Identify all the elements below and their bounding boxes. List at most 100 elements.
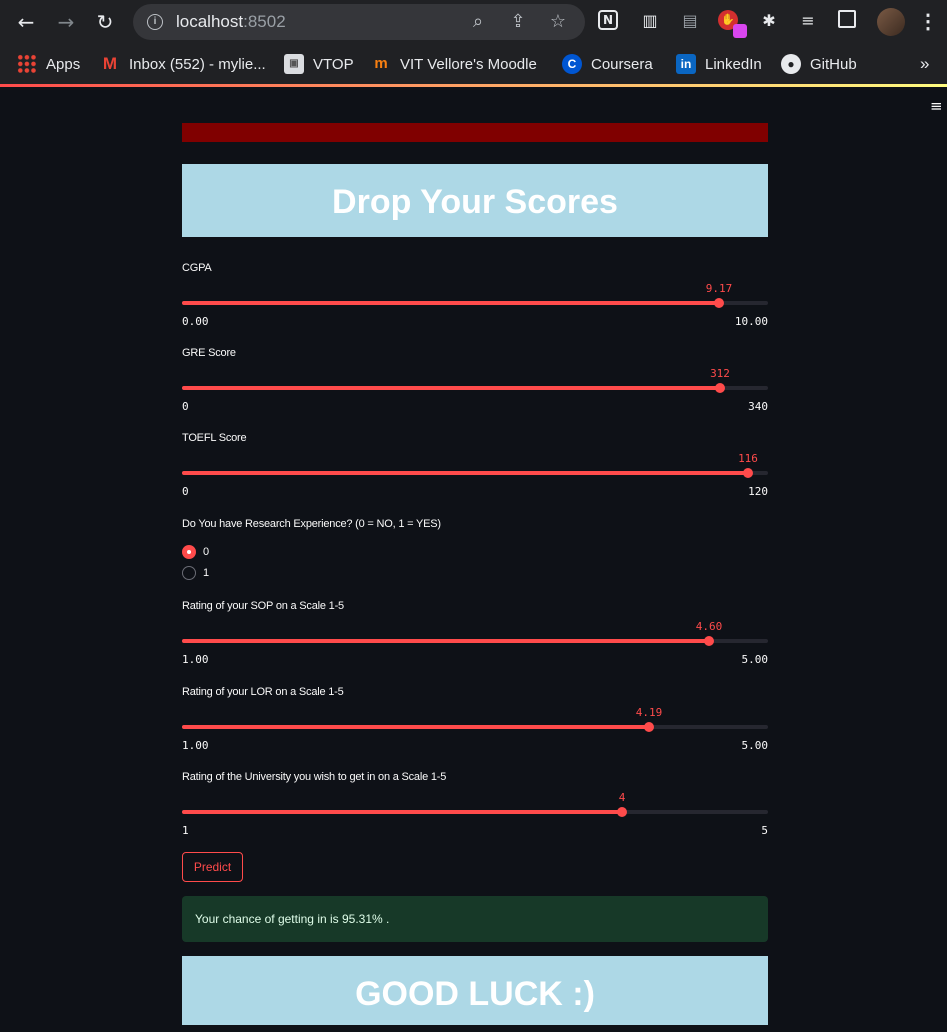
slider-min: 1.00 <box>182 653 209 666</box>
toefl-label: TOEFL Score <box>182 432 247 444</box>
slider-max: 5.00 <box>741 739 769 752</box>
bookmark-linkedin[interactable]: in LinkedIn <box>676 52 762 76</box>
bookmark-coursera[interactable]: C Coursera <box>562 52 653 76</box>
university-label: Rating of the University you wish to get… <box>182 771 447 783</box>
slider-thumb[interactable] <box>644 722 654 732</box>
slider-value: 116 <box>738 452 758 465</box>
slider-thumb[interactable] <box>743 468 753 478</box>
research-label: Do You have Research Experience? (0 = NO… <box>182 518 441 530</box>
prediction-result: Your chance of getting in is 95.31% . <box>182 896 768 942</box>
slider-value: 312 <box>710 367 730 380</box>
extensions-puzzle-icon[interactable]: ✱ <box>758 10 780 32</box>
address-bar[interactable]: i localhost:8502 ⌕ ⇪ ☆ <box>133 4 585 40</box>
slider-min: 0.00 <box>182 315 209 328</box>
slider-max: 120 <box>748 485 768 498</box>
slider-value: 4.60 <box>695 620 723 633</box>
radio-option-label: 0 <box>203 546 210 558</box>
gmail-icon: M <box>102 54 118 73</box>
media-control-icon[interactable]: ≡ <box>797 10 819 32</box>
radio-option-label: 1 <box>203 567 210 579</box>
slider-min: 0 <box>182 485 189 498</box>
bookmark-label: VIT Vellore's Moodle <box>400 55 537 73</box>
bookmarks-overflow-button[interactable]: » <box>920 52 929 76</box>
reading-extension-icon[interactable]: ▥ <box>639 10 661 32</box>
cgpa-slider[interactable]: 9.17 0.00 10.00 <box>182 282 768 332</box>
url-text[interactable]: localhost:8502 <box>176 12 286 32</box>
good-luck-heading: GOOD LUCK :) <box>182 956 768 1025</box>
bookmark-moodle[interactable]: m VIT Vellore's Moodle <box>371 52 537 76</box>
slider-value: 9.17 <box>705 282 733 295</box>
slider-track[interactable] <box>182 810 768 814</box>
research-option-1[interactable]: 1 <box>182 566 209 580</box>
moodle-icon: m <box>374 55 388 72</box>
share-icon[interactable]: ⇪ <box>508 12 528 32</box>
slider-max: 340 <box>748 400 768 413</box>
bookmark-star-icon[interactable]: ☆ <box>548 12 568 32</box>
bookmark-label: Apps <box>46 55 81 73</box>
back-icon[interactable]: ← <box>12 8 40 36</box>
extension-badge <box>733 24 747 38</box>
bookmark-vtop[interactable]: ▣ VTOP <box>284 52 354 76</box>
notion-extension-icon[interactable]: N <box>598 10 618 30</box>
vtop-icon: ▣ <box>284 54 304 74</box>
bookmark-label: Coursera <box>591 55 653 73</box>
slider-track[interactable] <box>182 725 768 729</box>
slider-min: 1.00 <box>182 739 209 752</box>
slider-max: 5 <box>761 824 768 837</box>
browser-toolbar: ← → ↻ i localhost:8502 ⌕ ⇪ ☆ N ▥ ▤ ✋ ✱ ≡… <box>0 0 947 44</box>
slider-value: 4.19 <box>635 706 663 719</box>
bookmark-label: LinkedIn <box>705 55 762 73</box>
bookmark-label: VTOP <box>313 55 354 73</box>
radio-checked-icon[interactable] <box>182 545 196 559</box>
slider-track[interactable] <box>182 301 768 305</box>
site-info-icon[interactable]: i <box>147 14 163 30</box>
research-option-0[interactable]: 0 <box>182 545 209 559</box>
sop-slider[interactable]: 4.60 1.00 5.00 <box>182 620 769 670</box>
university-slider[interactable]: 4 1 5 <box>182 791 768 841</box>
profile-avatar[interactable] <box>877 8 905 36</box>
slider-track[interactable] <box>182 639 768 643</box>
cgpa-label: CGPA <box>182 262 212 274</box>
bookmark-label: GitHub <box>810 55 857 73</box>
coursera-icon: C <box>562 54 582 74</box>
slider-track[interactable] <box>182 386 768 390</box>
reload-icon[interactable]: ↻ <box>91 8 119 36</box>
bookmark-label: Inbox (552) - mylie... <box>129 55 266 73</box>
slider-fill <box>182 386 720 390</box>
bookmark-gmail[interactable]: M Inbox (552) - mylie... <box>100 52 266 76</box>
slider-track[interactable] <box>182 471 768 475</box>
toefl-slider[interactable]: 116 0 120 <box>182 452 768 502</box>
lor-slider[interactable]: 4.19 1.00 5.00 <box>182 706 769 756</box>
slider-min: 1 <box>182 824 189 837</box>
zoom-icon[interactable]: ⌕ <box>468 12 488 32</box>
bookmark-github[interactable]: ● GitHub <box>781 52 857 76</box>
hamburger-menu-icon[interactable]: ≡ <box>930 99 943 114</box>
slider-fill <box>182 471 748 475</box>
forward-icon[interactable]: → <box>52 8 80 36</box>
side-panel-icon[interactable] <box>838 10 856 28</box>
slider-thumb[interactable] <box>714 298 724 308</box>
slider-fill <box>182 639 709 643</box>
linkedin-icon: in <box>676 54 696 74</box>
sop-label: Rating of your SOP on a Scale 1-5 <box>182 600 344 612</box>
slider-thumb[interactable] <box>704 636 714 646</box>
slider-fill <box>182 725 649 729</box>
bookmark-apps[interactable]: Apps <box>17 52 80 76</box>
slider-thumb[interactable] <box>715 383 725 393</box>
gre-label: GRE Score <box>182 347 236 359</box>
slider-max: 5.00 <box>741 653 769 666</box>
radio-unchecked-icon[interactable] <box>182 566 196 580</box>
browser-menu-icon[interactable]: ⋮ <box>918 10 938 34</box>
predict-button[interactable]: Predict <box>182 852 243 882</box>
bookmarks-bar: Apps M Inbox (552) - mylie... ▣ VTOP m V… <box>0 44 947 84</box>
clipboard-extension-icon[interactable]: ▤ <box>679 10 701 32</box>
slider-fill <box>182 301 719 305</box>
decorative-banner <box>182 123 768 142</box>
slider-thumb[interactable] <box>617 807 627 817</box>
slider-min: 0 <box>182 400 189 413</box>
lor-label: Rating of your LOR on a Scale 1-5 <box>182 686 344 698</box>
slider-fill <box>182 810 622 814</box>
slider-max: 10.00 <box>734 315 768 328</box>
gre-slider[interactable]: 312 0 340 <box>182 367 768 417</box>
apps-grid-icon <box>17 54 37 74</box>
